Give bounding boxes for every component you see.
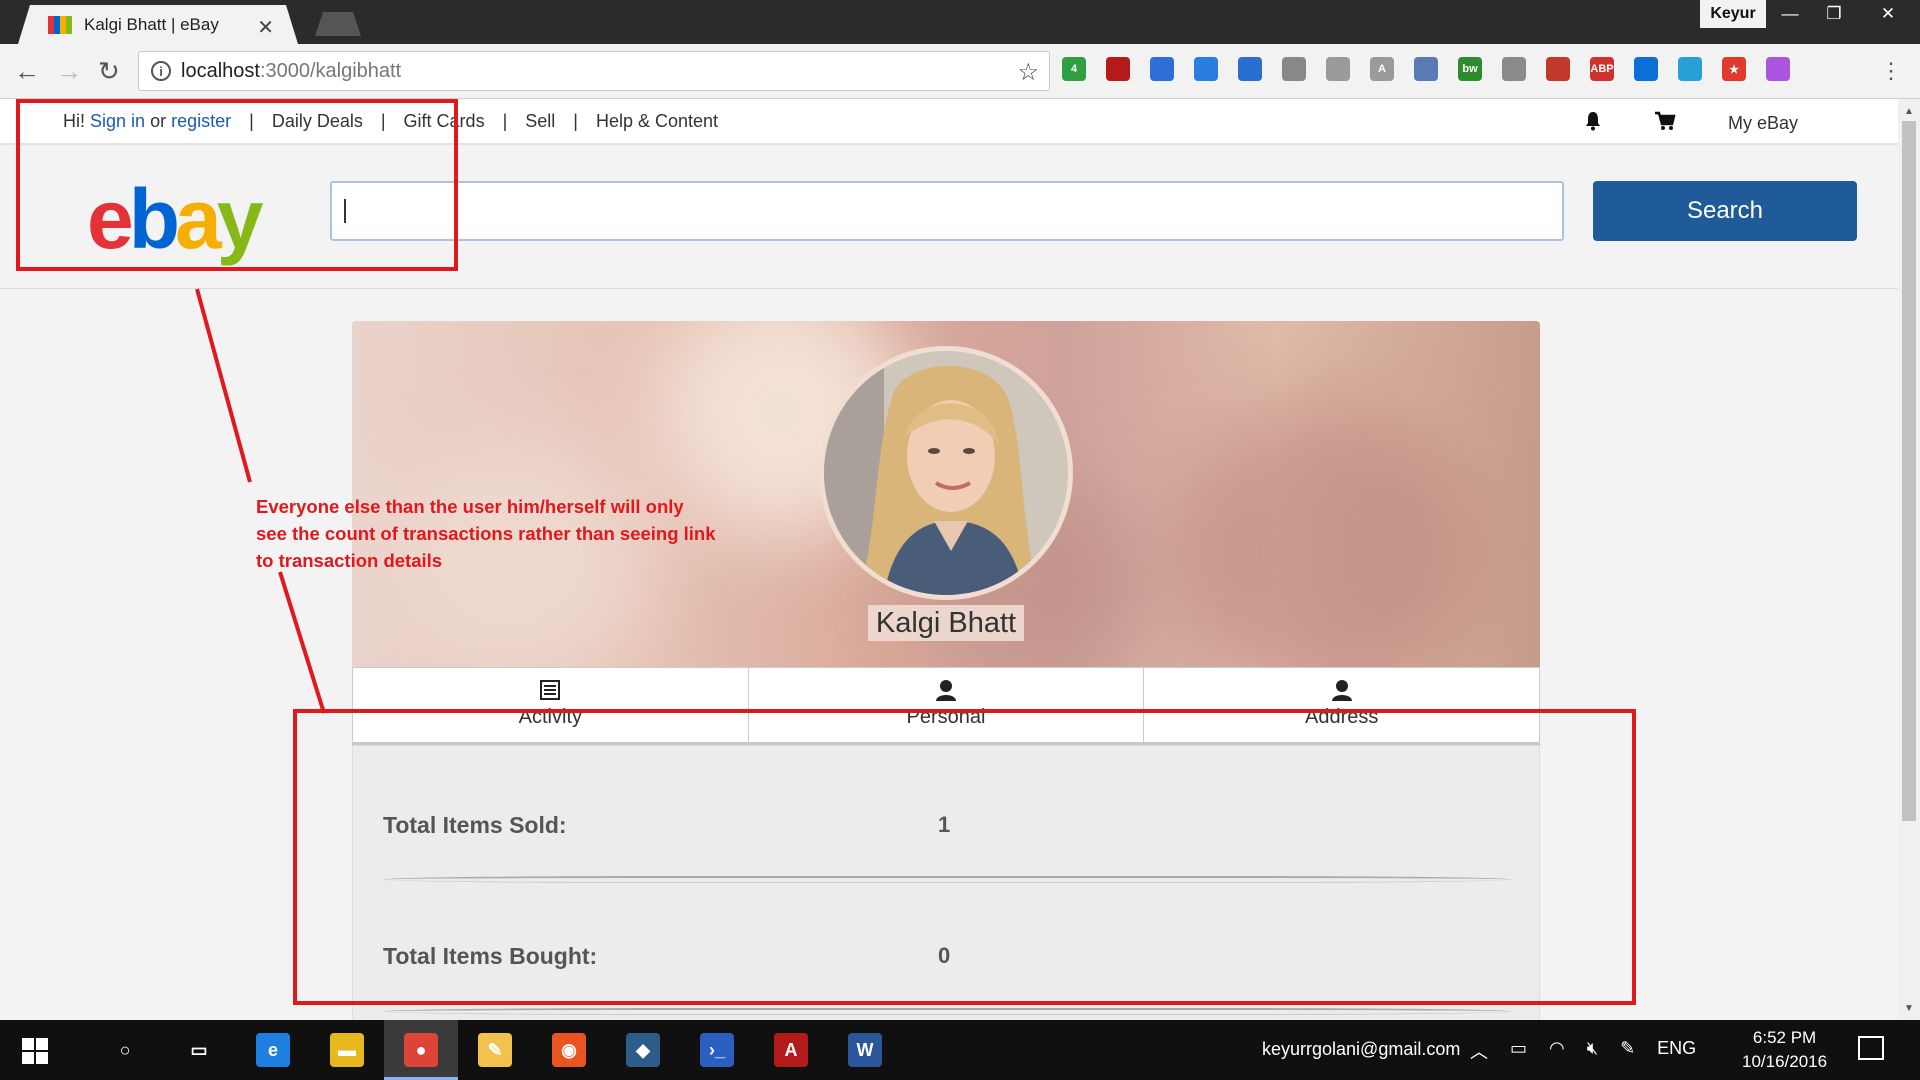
acrobat-icon: A [774, 1033, 808, 1067]
gem-ext-icon[interactable] [1194, 57, 1218, 81]
minimize-button[interactable]: — [1768, 0, 1812, 28]
language-indicator[interactable]: ENG [1657, 1038, 1696, 1064]
nav-separator: | [502, 111, 508, 131]
taskbar-chrome[interactable]: ● [384, 1020, 458, 1080]
forward-arrow-icon[interactable]: → [56, 56, 82, 87]
taskbar-email: keyurrgolani@gmail.com [1262, 1039, 1461, 1059]
my-ebay-link[interactable]: My eBay [1728, 113, 1798, 134]
tab-title: Kalgi Bhatt | eBay [84, 14, 219, 34]
task-view-icon: ▭ [190, 1039, 208, 1060]
paint-icon: ✎ [478, 1033, 512, 1067]
annotation-box-stats [293, 709, 1636, 1005]
window-ext-icon[interactable] [1414, 57, 1438, 81]
battery-icon[interactable]: ▭ [1510, 1038, 1527, 1064]
taskbar-edge[interactable]: e [236, 1020, 310, 1080]
browser-tab[interactable]: Kalgi Bhatt | eBay ✕ [18, 5, 298, 44]
ebay-favicon-icon [48, 16, 72, 34]
windows-start-icon[interactable] [22, 1038, 48, 1064]
system-tray: ︿ ▭ ◠ 🔇︎ ✎ ENG [1470, 1038, 1696, 1064]
windows-taskbar: ○ ▭ e ▬ ● ✎ ◉ ◆ ›_ A W keyurrgolani@gmail.com ︿ ▭ … [0, 1020, 1920, 1080]
tab-close-icon[interactable]: ✕ [257, 15, 274, 40]
pen-icon[interactable]: ✎ [1620, 1038, 1635, 1064]
taskbar-cortana[interactable]: ○ [88, 1020, 162, 1080]
clock-time: 6:52 PM [1752, 1028, 1817, 1047]
sell-link[interactable]: Sell [525, 111, 555, 132]
wifi-icon[interactable]: ◠ [1549, 1038, 1565, 1064]
info-icon[interactable]: i [151, 61, 171, 81]
profile-name-wrap: Kalgi Bhatt [352, 605, 1540, 641]
layers-ext-icon[interactable] [1150, 57, 1174, 81]
restore-button[interactable]: ❐ [1812, 0, 1856, 28]
nav-separator: | [573, 111, 578, 131]
edge-icon: e [256, 1033, 290, 1067]
address-bar[interactable]: i localhost:3000/kalgibhatt ☆ [138, 51, 1050, 91]
word-icon: W [848, 1033, 882, 1067]
close-window-button[interactable]: ✕ [1856, 0, 1920, 28]
taskbar-clock[interactable]: 6:52 PM 10/16/2016 [1742, 1026, 1827, 1074]
taskbar-paint[interactable]: ✎ [458, 1020, 532, 1080]
acrobat-ext-icon[interactable] [1106, 57, 1130, 81]
instapaper-ext-icon[interactable]: 4 [1062, 57, 1086, 81]
help-content-link[interactable]: Help & Content [596, 111, 718, 132]
pen-ext-icon[interactable] [1282, 57, 1306, 81]
action-center-icon[interactable] [1858, 1036, 1884, 1060]
taskbar-word[interactable]: W [828, 1020, 902, 1080]
taskbar-powershell[interactable]: ›_ [680, 1020, 754, 1080]
url-host: localhost [181, 59, 260, 82]
list-icon [540, 678, 561, 702]
taskbar-file-explorer[interactable]: ▬ [310, 1020, 384, 1080]
star-box-ext-icon[interactable]: ★ [1722, 57, 1746, 81]
user-icon [1331, 678, 1353, 702]
scroll-up-icon[interactable]: ▲ [1898, 101, 1920, 121]
annotation-box-nav [16, 99, 458, 271]
scroll-thumb[interactable] [1902, 121, 1916, 821]
scroll-down-icon[interactable]: ▼ [1898, 998, 1920, 1018]
taskbar-acrobat[interactable]: A [754, 1020, 828, 1080]
book-ext-icon[interactable] [1546, 57, 1570, 81]
search-button[interactable]: Search [1593, 181, 1857, 241]
stat-divider [383, 1008, 1511, 1015]
new-tab-button[interactable] [315, 12, 361, 36]
clock-date: 10/16/2016 [1742, 1052, 1828, 1071]
reload-icon[interactable]: ↻ [98, 56, 120, 87]
trello-ext-icon[interactable] [1634, 57, 1658, 81]
colorwheel-ext-icon[interactable] [1766, 57, 1790, 81]
annotation-note: Everyone else than the user him/herself … [256, 496, 716, 571]
taskbar-ubuntu[interactable]: ◉ [532, 1020, 606, 1080]
chrome-menu-icon[interactable]: ⋮ [1880, 58, 1902, 84]
file-explorer-icon: ▬ [330, 1033, 364, 1067]
profile-button[interactable]: Keyur [1700, 0, 1766, 28]
a-ext-icon[interactable]: A [1370, 57, 1394, 81]
toggle-ext-icon[interactable] [1678, 57, 1702, 81]
bw-ext-icon[interactable]: bw [1458, 57, 1482, 81]
taskbar-task-view[interactable]: ▭ [162, 1020, 236, 1080]
bell-icon[interactable] [1584, 111, 1602, 136]
taskbar-mysql-workbench[interactable]: ◆ [606, 1020, 680, 1080]
avatar [819, 346, 1073, 600]
url-path: :3000/kalgibhatt [259, 59, 402, 82]
shield-ext-icon[interactable] [1502, 57, 1526, 81]
ubuntu-icon: ◉ [552, 1033, 586, 1067]
browser-toolbar: ← → ↻ i localhost:3000/kalgibhatt ☆ 4 Abw… [0, 44, 1920, 99]
page-scrollbar[interactable]: ▲ ▼ [1898, 99, 1920, 1020]
back-arrow-icon[interactable]: ← [14, 56, 40, 87]
cortana-icon: ○ [119, 1039, 131, 1060]
volume-muted-icon[interactable]: 🔇︎ [1587, 1038, 1598, 1064]
browser-tabbar: Kalgi Bhatt | eBay ✕ Keyur — ❐ ✕ [0, 0, 1920, 44]
powershell-icon: ›_ [700, 1033, 734, 1067]
megaphone-ext-icon[interactable] [1238, 57, 1262, 81]
search-input[interactable] [330, 181, 1564, 241]
bookmark-star-icon[interactable]: ☆ [1017, 58, 1039, 87]
chrome-icon: ● [404, 1033, 438, 1067]
angular-ext-icon[interactable] [1326, 57, 1350, 81]
mysql-workbench-icon: ◆ [626, 1033, 660, 1067]
cart-icon[interactable] [1654, 111, 1676, 136]
adblock-ext-icon[interactable]: ABP [1590, 57, 1614, 81]
chevron-up-icon[interactable]: ︿ [1470, 1038, 1488, 1064]
extensions-area: 4 Abw ABP ★ [1062, 57, 1790, 81]
profile-name: Kalgi Bhatt [867, 605, 1025, 641]
user-icon [935, 678, 957, 702]
